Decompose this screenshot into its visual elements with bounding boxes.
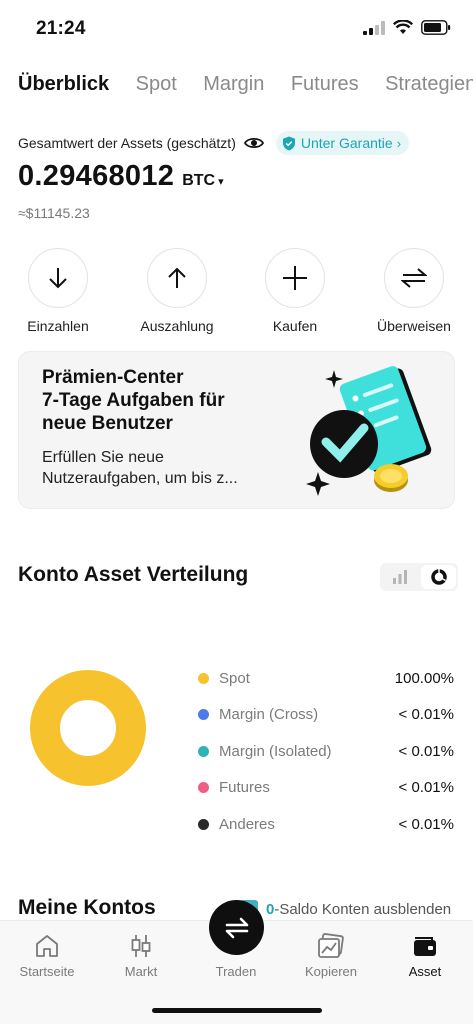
chart-type-toggle: [380, 563, 458, 591]
eye-icon[interactable]: [243, 136, 264, 150]
distribution-title: Konto Asset Verteilung: [18, 563, 249, 586]
arrow-down-icon: [28, 248, 88, 308]
legend-label-futures: Futures: [219, 779, 270, 797]
legend-dot-spot: [198, 672, 209, 684]
shield-check-icon: [282, 136, 296, 151]
tab-spot[interactable]: Spot: [136, 70, 177, 98]
status-bar: 21:24: [0, 0, 473, 56]
tab-overview[interactable]: Überblick: [18, 70, 109, 98]
guarantee-label: Unter Garantie: [300, 135, 393, 151]
donut-segment-spot: [30, 670, 146, 786]
legend-item-margin-cross: Margin (Cross) < 0.01%: [198, 697, 458, 734]
asset-donut-chart: [30, 670, 146, 786]
withdraw-label: Auszahlung: [140, 318, 214, 334]
wifi-icon: [393, 20, 413, 34]
legend-item-futures: Futures < 0.01%: [198, 770, 458, 807]
promo-title-line3: neue Benutzer: [42, 413, 173, 434]
guarantee-badge[interactable]: Unter Garantie ›: [275, 131, 410, 155]
wallet-icon: [378, 931, 472, 961]
legend-value-other: < 0.01%: [398, 815, 454, 833]
home-icon: [0, 931, 94, 961]
promo-title: Prämien-Center 7-Tage Aufgaben für neue …: [42, 366, 272, 435]
my-accounts-title: Meine Kontos: [18, 896, 156, 919]
donut-chart-icon: [430, 569, 447, 585]
assets-label-row: Gesamtwert der Assets (geschätzt) Unter …: [18, 130, 410, 156]
legend-value-futures: < 0.01%: [398, 779, 454, 797]
donut-chart-toggle[interactable]: [421, 565, 456, 589]
legend-label-spot: Spot: [219, 669, 250, 687]
legend-value-margin-isolated: < 0.01%: [398, 742, 454, 760]
swap-icon: [225, 917, 248, 938]
legend-dot-margin-isolated: [198, 745, 209, 757]
tab-strategies[interactable]: Strategien: [385, 70, 473, 98]
bar-chart-icon: [392, 570, 407, 584]
quick-actions: Einzahlen Auszahlung Kaufen Überweisen: [0, 248, 473, 338]
nav-trade-label: Traden: [215, 964, 257, 979]
promo-title-line2: 7-Tage Aufgaben für: [42, 390, 225, 411]
rewards-illustration-icon: [306, 366, 432, 496]
nav-home-label: Startseite: [19, 964, 75, 979]
transfer-button[interactable]: Überweisen: [364, 248, 464, 334]
buy-button[interactable]: Kaufen: [245, 248, 345, 334]
nav-asset-label: Asset: [408, 964, 442, 979]
promo-title-line1: Prämien-Center: [42, 367, 184, 388]
asset-tabs: Überblick Spot Margin Futures Strategien: [18, 70, 473, 100]
balance-row: 0.29468012 BTC ▾: [18, 160, 224, 193]
nav-asset[interactable]: Asset: [378, 931, 472, 979]
nav-copy-label: Kopieren: [304, 964, 358, 979]
legend-value-margin-cross: < 0.01%: [398, 706, 454, 724]
promo-description: Erfüllen Sie neue Nutzeraufgaben, um bis…: [42, 447, 282, 489]
copy-chart-icon: [284, 931, 378, 961]
legend-value-spot: 100.00%: [394, 669, 454, 687]
buy-label: Kaufen: [272, 318, 318, 334]
status-icons: [363, 20, 451, 35]
status-time: 21:24: [36, 18, 86, 39]
battery-icon: [421, 20, 451, 35]
caret-down-icon[interactable]: ▾: [218, 175, 224, 188]
transfer-label: Überweisen: [377, 318, 451, 334]
currency-selector[interactable]: BTC: [182, 172, 215, 190]
transfer-icon: [384, 248, 444, 308]
tab-margin[interactable]: Margin: [203, 70, 264, 98]
promo-desc-line1: Erfüllen Sie neue: [42, 449, 164, 466]
balance-value: 0.29468012: [18, 160, 175, 192]
legend-label-margin-isolated: Margin (Isolated): [219, 742, 332, 760]
fiat-balance: ≈$11145.23: [18, 205, 90, 221]
arrow-up-icon: [147, 248, 207, 308]
hide-zero-balance-toggle[interactable]: 0 -Saldo Konten ausblenden: [240, 900, 451, 918]
promo-desc-line2: Nutzeraufgaben, um bis z...: [42, 470, 238, 487]
legend-item-margin-isolated: Margin (Isolated) < 0.01%: [198, 733, 458, 770]
plus-icon: [265, 248, 325, 308]
rewards-center-card[interactable]: Prämien-Center 7-Tage Aufgaben für neue …: [18, 351, 455, 509]
distribution-legend: Spot 100.00% Margin (Cross) < 0.01% Marg…: [198, 660, 458, 843]
nav-home[interactable]: Startseite: [0, 931, 94, 979]
legend-dot-margin-cross: [198, 709, 209, 721]
candlestick-icon: [94, 931, 188, 961]
nav-market-label: Markt: [124, 964, 158, 979]
zero-count: 0: [266, 900, 275, 918]
trade-fab-button[interactable]: [209, 900, 264, 955]
deposit-button[interactable]: Einzahlen: [8, 248, 108, 334]
deposit-label: Einzahlen: [27, 318, 89, 334]
legend-dot-futures: [198, 782, 209, 794]
chevron-right-icon: ›: [396, 135, 402, 151]
nav-market[interactable]: Markt: [94, 931, 188, 979]
home-indicator: [152, 1008, 322, 1013]
zero-balance-label: -Saldo Konten ausblenden: [274, 900, 452, 918]
legend-item-spot: Spot 100.00%: [198, 660, 458, 697]
nav-copy[interactable]: Kopieren: [284, 931, 378, 979]
tab-futures[interactable]: Futures: [291, 70, 359, 98]
signal-icon: [363, 20, 385, 35]
legend-label-margin-cross: Margin (Cross): [219, 706, 319, 724]
legend-dot-other: [198, 818, 209, 830]
legend-item-other: Anderes < 0.01%: [198, 806, 458, 843]
legend-label-other: Anderes: [219, 815, 275, 833]
withdraw-button[interactable]: Auszahlung: [127, 248, 227, 334]
bar-chart-toggle[interactable]: [380, 563, 419, 591]
assets-label: Gesamtwert der Assets (geschätzt): [18, 135, 236, 151]
